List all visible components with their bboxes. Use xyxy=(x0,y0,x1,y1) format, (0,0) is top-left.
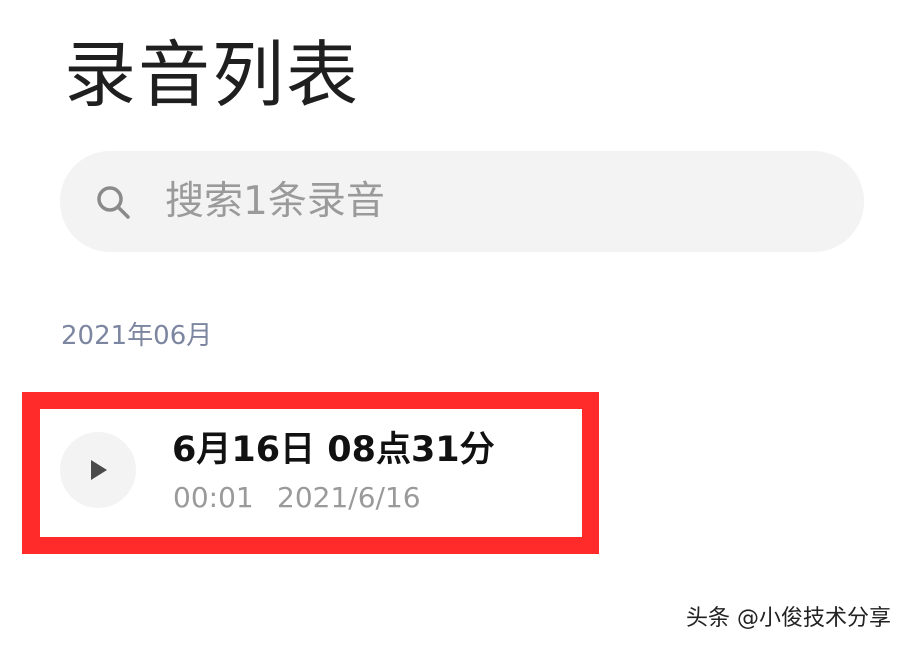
recording-date: 2021/6/16 xyxy=(277,481,421,514)
play-icon xyxy=(91,460,107,480)
watermark-text: 头条 @小俊技术分享 xyxy=(686,606,891,631)
page-title: 录音列表 xyxy=(64,33,361,117)
recording-title: 6月16日 08点31分 xyxy=(172,430,495,470)
recording-duration: 00:01 xyxy=(173,481,254,514)
search-icon xyxy=(97,186,130,219)
section-header-month: 2021年06月 xyxy=(61,321,213,351)
search-input-placeholder[interactable]: 搜索1条录音 xyxy=(165,176,385,228)
